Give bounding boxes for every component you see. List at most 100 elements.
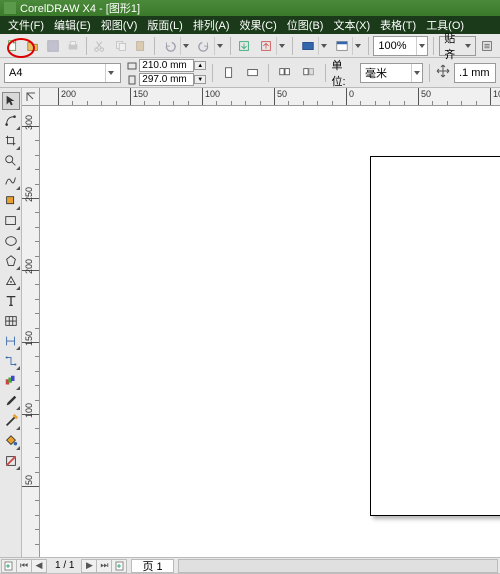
rectangle-tool[interactable] <box>2 212 20 230</box>
menu-视图[interactable]: 视图(V) <box>97 17 142 33</box>
connector-tool[interactable] <box>2 352 20 370</box>
freehand-tool[interactable] <box>2 172 20 190</box>
menu-效果[interactable]: 效果(C) <box>236 17 281 33</box>
last-page-button[interactable]: ⏭ <box>96 559 112 573</box>
save-button[interactable] <box>44 36 61 56</box>
separator <box>268 64 269 82</box>
separator <box>292 37 293 55</box>
eyedropper-tool[interactable] <box>2 392 20 410</box>
new-button[interactable] <box>4 36 21 56</box>
separator <box>368 37 369 55</box>
basic-shapes-tool[interactable] <box>2 272 20 290</box>
cut-button[interactable] <box>92 36 109 56</box>
paper-size-combo[interactable] <box>4 63 121 83</box>
interactive-fill-tool[interactable] <box>2 452 20 470</box>
title-bar: CorelDRAW X4 - [图形1] <box>0 0 500 16</box>
welcome-button[interactable] <box>332 36 352 56</box>
open-button[interactable] <box>24 36 41 56</box>
units-input[interactable] <box>361 67 411 79</box>
smart-fill-tool[interactable] <box>2 192 20 210</box>
snap-button[interactable]: 贴齐 <box>439 36 476 56</box>
zoom-combo[interactable] <box>373 36 428 56</box>
text-tool[interactable] <box>2 292 20 310</box>
crop-tool[interactable] <box>2 132 20 150</box>
canvas[interactable] <box>40 106 500 557</box>
width-up[interactable]: ▲ <box>194 61 206 70</box>
pick-tool[interactable] <box>2 92 20 110</box>
undo-button[interactable] <box>160 36 180 56</box>
add-page-after-button[interactable] <box>111 559 127 573</box>
menu-bar: 文件(F)编辑(E)视图(V)版面(L)排列(A)效果(C)位图(B)文本(X)… <box>0 16 500 34</box>
separator <box>212 64 213 82</box>
ruler-origin[interactable] <box>22 88 40 106</box>
units-combo[interactable] <box>360 63 423 83</box>
welcome-dropdown[interactable] <box>352 37 363 55</box>
next-page-button[interactable]: ▶ <box>81 559 97 573</box>
separator <box>230 37 231 55</box>
polygon-tool[interactable] <box>2 252 20 270</box>
prev-page-button[interactable]: ◀ <box>31 559 47 573</box>
import-button[interactable] <box>236 36 253 56</box>
vertical-ruler[interactable]: 30025020015010050 <box>22 106 40 557</box>
options-button[interactable] <box>479 36 496 56</box>
fill-tool[interactable] <box>2 432 20 450</box>
current-page-button[interactable] <box>299 63 319 83</box>
nudge-combo[interactable] <box>454 63 496 83</box>
menu-文件[interactable]: 文件(F) <box>4 17 48 33</box>
export-dropdown[interactable] <box>276 37 287 55</box>
add-page-button[interactable] <box>1 559 17 573</box>
outline-tool[interactable] <box>2 412 20 430</box>
separator <box>86 37 87 55</box>
page-rectangle <box>370 156 500 516</box>
ellipse-tool[interactable] <box>2 232 20 250</box>
property-bar: ▲ ▼ 单位: <box>0 58 500 88</box>
redo-button[interactable] <box>194 36 214 56</box>
horizontal-ruler[interactable]: 20015010050050100 <box>40 88 500 106</box>
nudge-input[interactable] <box>455 67 495 79</box>
work-area: 20015010050050100 30025020015010050 <box>0 88 500 557</box>
copy-button[interactable] <box>112 36 129 56</box>
menu-版面[interactable]: 版面(L) <box>143 17 186 33</box>
chevron-down-icon <box>465 44 471 48</box>
menu-排列[interactable]: 排列(A) <box>189 17 234 33</box>
nudge-icon <box>436 64 450 81</box>
menu-编辑[interactable]: 编辑(E) <box>50 17 95 33</box>
page-tab-1[interactable]: 页 1 <box>131 559 173 573</box>
horizontal-scrollbar[interactable] <box>178 559 498 573</box>
portrait-button[interactable] <box>219 63 239 83</box>
paper-width-input[interactable] <box>139 59 194 72</box>
toolbox <box>0 88 22 557</box>
landscape-button[interactable] <box>243 63 263 83</box>
interactive-blend-tool[interactable] <box>2 372 20 390</box>
undo-dropdown[interactable] <box>180 37 191 55</box>
table-tool[interactable] <box>2 312 20 330</box>
snap-label: 贴齐 <box>444 30 461 62</box>
zoom-tool[interactable] <box>2 152 20 170</box>
paper-size-input[interactable] <box>5 67 105 79</box>
canvas-area: 20015010050050100 30025020015010050 <box>22 88 500 557</box>
redo-dropdown[interactable] <box>214 37 225 55</box>
zoom-dropdown[interactable] <box>416 37 427 55</box>
first-page-button[interactable]: ⏮ <box>16 559 32 573</box>
height-down[interactable]: ▼ <box>194 75 206 84</box>
app-launcher-dropdown[interactable] <box>318 37 329 55</box>
zoom-input[interactable] <box>374 40 416 52</box>
dimension-tool[interactable] <box>2 332 20 350</box>
units-dropdown[interactable] <box>411 64 422 82</box>
paper-height-input[interactable] <box>139 73 194 86</box>
menu-表格[interactable]: 表格(T) <box>376 17 420 33</box>
window-title: CorelDRAW X4 - [图形1] <box>20 0 140 16</box>
app-launcher-button[interactable] <box>298 36 318 56</box>
paste-button[interactable] <box>132 36 149 56</box>
width-icon <box>125 61 139 71</box>
menu-文本[interactable]: 文本(X) <box>329 17 374 33</box>
print-button[interactable] <box>64 36 81 56</box>
app-icon <box>4 2 16 14</box>
all-pages-button[interactable] <box>275 63 295 83</box>
page-indicator: 1 / 1 <box>47 560 82 571</box>
shape-tool[interactable] <box>2 112 20 130</box>
paper-size-dropdown[interactable] <box>105 64 116 82</box>
export-button[interactable] <box>256 36 276 56</box>
menu-位图[interactable]: 位图(B) <box>283 17 328 33</box>
units-label: 单位: <box>332 57 356 89</box>
